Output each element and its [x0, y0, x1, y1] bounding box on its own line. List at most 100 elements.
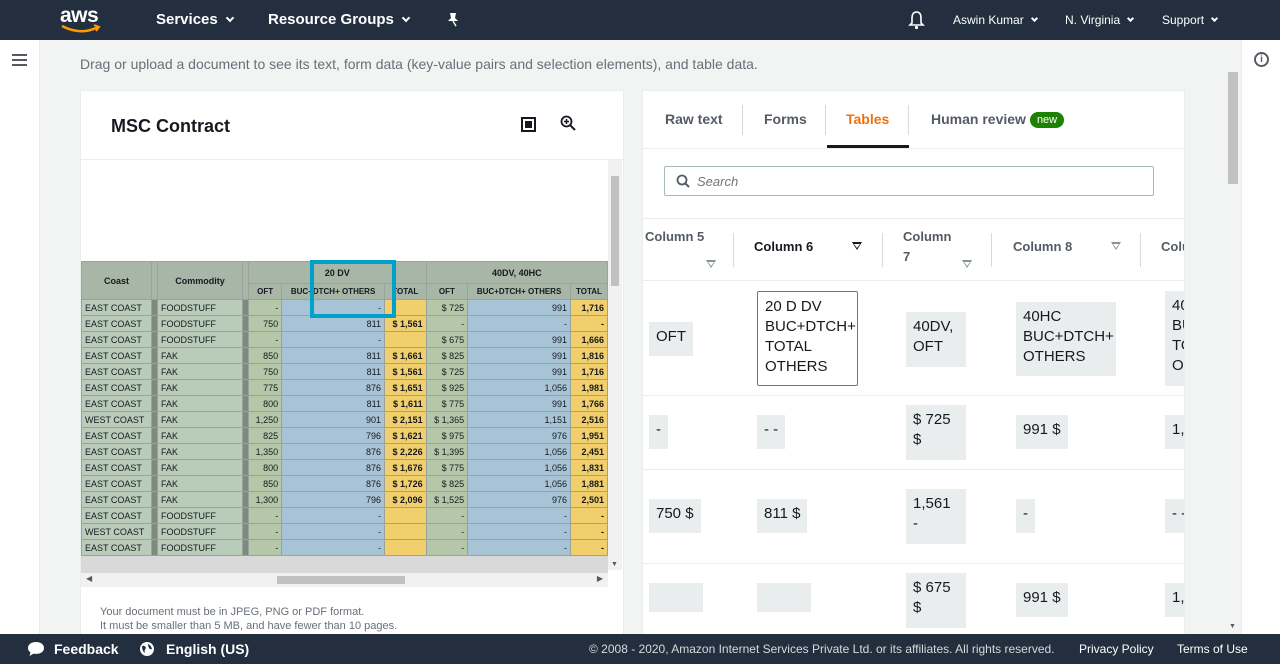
search-field[interactable] [664, 166, 1154, 196]
document-table-cell: 825 [247, 427, 283, 444]
document-table-cell: - [425, 315, 469, 332]
services-menu[interactable]: Services [156, 0, 234, 40]
document-hscroll-thumb[interactable] [277, 576, 405, 584]
document-table-cell: $ 675 [425, 331, 469, 348]
document-table-cell: WEST COAST [81, 523, 152, 540]
document-table-row: EAST COAST FAK 825 796 $ 1,621 $ 975 976 1,951 [81, 427, 608, 444]
aws-logo[interactable]: aws [60, 4, 104, 36]
tab-forms[interactable]: Forms [764, 111, 807, 127]
tab-tables[interactable]: Tables [846, 111, 889, 127]
table-cell[interactable]: 1, [1165, 415, 1184, 449]
document-table-cell: EAST COAST [81, 379, 152, 396]
user-label: Aswin Kumar [953, 13, 1024, 27]
document-table-cell: - [569, 523, 608, 540]
menu-icon[interactable] [12, 54, 27, 66]
table-cell[interactable]: 991 $ [1016, 415, 1068, 449]
document-table-cell: $ 1,726 [383, 475, 427, 492]
table-cell[interactable]: 811 $ [757, 499, 808, 533]
document-vscroll-thumb[interactable] [611, 176, 619, 286]
column-divider [1140, 233, 1141, 267]
table-cell[interactable]: $ 675 $ [906, 573, 966, 628]
document-table-cell: - [247, 539, 283, 556]
support-menu[interactable]: Support [1162, 0, 1219, 40]
document-table-cell: FOODSTUFF [157, 539, 243, 556]
document-table-cell: FAK [157, 475, 243, 492]
tab-human-review[interactable]: Human review new [931, 111, 1065, 129]
results-tabs: Raw text Forms Tables Human review new [643, 91, 1184, 149]
table-cell-selected[interactable]: 20 D DV BUC+DTCH+ TOTAL OTHERS [757, 291, 858, 386]
aws-smile-icon [61, 24, 101, 33]
column-header-6[interactable]: Column 6 [754, 237, 869, 299]
table-cell[interactable]: 40 BU TO OT [1165, 291, 1184, 386]
copyright-text: © 2008 - 2020, Amazon Internet Services … [589, 642, 1055, 656]
region-menu[interactable]: N. Virginia [1065, 0, 1135, 40]
table-cell[interactable]: - - [1165, 499, 1184, 533]
document-horizontal-scrollbar[interactable]: ◀ ▶ [81, 573, 608, 587]
resource-groups-menu[interactable]: Resource Groups [268, 0, 411, 40]
document-table-cell: $ 1,651 [383, 379, 427, 396]
table-cell[interactable]: 750 $ [649, 499, 701, 533]
column-header-label: Column 7 [903, 229, 952, 264]
chevron-down-icon [1127, 14, 1135, 23]
document-table-cell: 1,831 [569, 459, 608, 476]
tab-raw-text[interactable]: Raw text [665, 111, 723, 127]
document-table-cell: $ 775 [425, 459, 469, 476]
document-viewer[interactable]: Coast Commodity 20 DV 40DV, 40HC OFT BUC+DTCH… [81, 160, 623, 590]
table-cell[interactable]: 991 $ [1016, 583, 1068, 617]
document-table-cell: 775 [247, 379, 283, 396]
table-cell[interactable]: 1, [1165, 583, 1184, 617]
document-table-cell: 901 [281, 411, 385, 428]
table-cell[interactable] [757, 583, 811, 612]
document-vertical-scrollbar[interactable]: ▼ [608, 160, 622, 570]
table-cell[interactable]: 40HC BUC+DTCH+ OTHERS [1016, 302, 1116, 376]
document-table-cell: - [467, 507, 571, 524]
document-table-cell: 976 [467, 491, 571, 508]
document-table-cell: 796 [281, 491, 385, 508]
terms-of-use-link[interactable]: Terms of Use [1177, 642, 1248, 656]
search-input[interactable] [697, 171, 1137, 191]
page-scrollbar-thumb[interactable] [1228, 72, 1238, 184]
feedback-icon [28, 642, 44, 656]
scroll-right-arrow-icon[interactable]: ▶ [597, 574, 603, 583]
column-header-label: Colu [1161, 239, 1184, 254]
table-cell[interactable]: 1,561 - [906, 489, 966, 544]
privacy-policy-link[interactable]: Privacy Policy [1079, 642, 1154, 656]
document-table-cell: EAST COAST [81, 491, 152, 508]
document-table-cell: 2,501 [569, 491, 608, 508]
document-table-cell: - [425, 539, 469, 556]
table-cell[interactable]: - - [757, 415, 786, 449]
sort-icon[interactable] [852, 242, 862, 250]
table-cell[interactable]: - [649, 415, 668, 449]
document-table-cell: EAST COAST [81, 539, 152, 556]
info-icon[interactable]: i [1254, 52, 1269, 67]
column-header-label: Column 5 [645, 229, 705, 244]
page-scrollbar[interactable]: ▼ [1226, 70, 1238, 630]
pin-icon[interactable] [446, 0, 460, 40]
scroll-down-arrow-icon[interactable]: ▼ [611, 561, 618, 568]
scroll-down-arrow-icon[interactable]: ▼ [1229, 623, 1236, 630]
user-menu[interactable]: Aswin Kumar [953, 0, 1038, 40]
zoom-in-icon[interactable] [560, 115, 576, 131]
language-selector[interactable]: English (US) [166, 641, 249, 657]
sort-icon[interactable] [706, 260, 716, 268]
bell-icon[interactable] [908, 0, 925, 40]
table-cell[interactable]: $ 725 $ [906, 405, 966, 460]
region-label: N. Virginia [1065, 13, 1121, 27]
tab-human-review-label: Human review [931, 111, 1026, 127]
fit-page-icon[interactable] [521, 117, 536, 132]
sort-icon[interactable] [962, 260, 972, 268]
feedback-link[interactable]: Feedback [54, 641, 119, 657]
column-header-9[interactable]: Colu [1161, 237, 1184, 299]
document-table-cell: EAST COAST [81, 475, 152, 492]
table-cell[interactable] [649, 583, 703, 612]
document-table-cell: 1,666 [569, 331, 608, 348]
table-cell[interactable]: 40DV, OFT [906, 312, 966, 367]
sort-icon[interactable] [1111, 242, 1121, 250]
document-table-cell: 850 [247, 475, 283, 492]
table-cell[interactable]: - [1016, 499, 1035, 533]
document-table-cell: $ 2,096 [383, 491, 427, 508]
scroll-left-arrow-icon[interactable]: ◀ [86, 574, 92, 583]
document-table-cell: 2,516 [569, 411, 608, 428]
table-cell[interactable]: OFT [649, 322, 693, 356]
column-header-8[interactable]: Column 8 [1013, 237, 1123, 299]
